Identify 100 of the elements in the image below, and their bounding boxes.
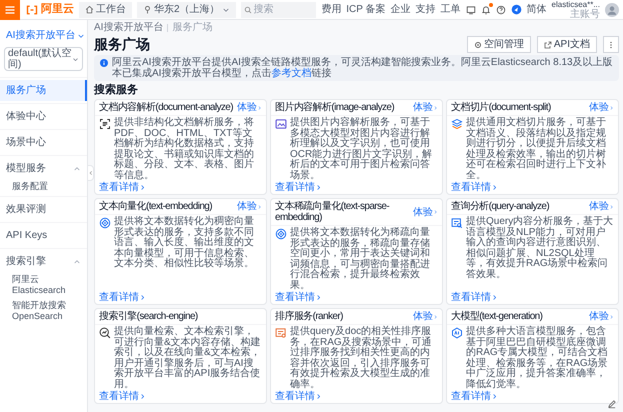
sidebar-subitem[interactable]: 阿里云Elasticsearch: [0, 272, 87, 298]
details-link[interactable]: 查看详情: [451, 182, 498, 193]
card-description: 提供多种大语言模型服务，包含基于阿里巴巴自研模型底座微调的RAG专属大模型，可结合文档处理、检索服务等，在RAG场景中广泛应用，提升答案准确率，降低幻觉率。: [466, 327, 609, 390]
settings-icon: [474, 40, 482, 48]
screen-icon[interactable]: [466, 4, 476, 14]
details-link[interactable]: 查看详情: [275, 292, 322, 303]
chevron-icon: [433, 104, 438, 110]
chevron-icon: [315, 184, 322, 191]
top-nav-link[interactable]: 支持: [416, 2, 436, 17]
space-management-button[interactable]: 空间管理: [466, 36, 531, 53]
card-title: 图片内容解析(image-analyze): [275, 102, 394, 113]
card-title: 排序服务(ranker): [275, 311, 343, 322]
pin-icon: [143, 5, 152, 14]
home-icon: [85, 5, 94, 14]
region-dropdown[interactable]: 华东2（上海）: [137, 2, 236, 18]
section-title: 搜索服务: [94, 84, 139, 97]
chevron-icon: [139, 294, 146, 301]
card-description: 提供将文本数据转化为稠密向量形式表达的服务，支持多款不同语言、输入长度、输出维度的文本向量模型，可用于信息检索、文本分类、相似性比较等场景。: [114, 217, 255, 271]
info-banner-text: 阿里云AI搜索开放平台提供AI搜索全链路模型服务，可灵活构建智能搜索业务。阿里云Elasticsearch 8.13及以上版本已集成AI搜索开放平台模型，点击参考文档链接: [112, 57, 613, 79]
card-description: 提供Query内容分析服务，基于大语言模型及NLP能力，可对用户输入的查询内容进行意图识别、相似问题扩展、NL2SQL处理等，有效提升RAG场景中检索问答效果。: [466, 217, 614, 282]
chevron-icon: [315, 294, 322, 301]
breadcrumb-link[interactable]: 服务广场: [172, 22, 212, 34]
card-title: 文本稀疏向量化(text-sparse-embedding): [275, 201, 390, 223]
edit-button[interactable]: [606, 398, 618, 410]
chevron-icon: [491, 184, 498, 191]
sidebar-item[interactable]: 服务广场: [0, 80, 87, 101]
try-link[interactable]: 体验: [237, 201, 262, 212]
collapse-handle[interactable]: [87, 165, 94, 181]
pencil-icon: [607, 399, 617, 409]
help-icon[interactable]: [496, 4, 506, 14]
top-nav-link[interactable]: 企业: [390, 2, 411, 17]
menu-button[interactable]: [0, 0, 20, 20]
api-docs-button[interactable]: API文档: [536, 36, 597, 53]
chevron-icon: [257, 204, 262, 210]
sidebar-item[interactable]: 场景中心: [0, 132, 87, 153]
sidebar-item[interactable]: 模型服务: [0, 158, 87, 179]
details-link[interactable]: 查看详情: [451, 391, 498, 402]
sidebar-item[interactable]: API Keys: [0, 225, 87, 246]
top-nav-link[interactable]: 费用: [321, 2, 342, 17]
chevron-icon: [609, 104, 614, 110]
account-name[interactable]: elasticsea**...: [552, 0, 600, 10]
sidebar-item[interactable]: 效果评测: [0, 199, 87, 220]
docs-link[interactable]: 参考文档: [271, 68, 312, 79]
details-link[interactable]: 查看详情: [275, 391, 322, 402]
target-icon: [99, 217, 111, 229]
details-link[interactable]: 查看详情: [99, 391, 146, 402]
chevron-icon: [257, 104, 262, 110]
language-link[interactable]: 简体: [526, 2, 547, 17]
card-title: 大模型(text-generation): [451, 311, 542, 322]
workbench-button[interactable]: 工作台: [79, 2, 132, 18]
chevron-icon: [88, 170, 94, 176]
logo-text: 阿里云: [41, 2, 74, 18]
card-title: 查询分析(query-analyze): [451, 201, 550, 212]
top-nav-link[interactable]: 工单: [440, 2, 461, 17]
try-link[interactable]: 体验: [413, 311, 438, 322]
hexagon-icon: [451, 327, 463, 339]
search-field[interactable]: 搜索: [240, 2, 316, 18]
chevron-icon: [491, 393, 498, 400]
try-link[interactable]: 体验: [589, 201, 614, 212]
card-title: 文档切片(document-split): [451, 102, 551, 113]
list-search-icon: [275, 327, 287, 339]
details-link[interactable]: 查看详情: [275, 182, 322, 193]
chart-search-icon: [99, 327, 111, 339]
page-title: 服务广场: [94, 36, 150, 53]
try-link[interactable]: 体验: [589, 311, 614, 322]
caret-icon: [72, 56, 79, 62]
details-link[interactable]: 查看详情: [99, 182, 146, 193]
try-link[interactable]: 体验: [237, 102, 262, 113]
try-link[interactable]: 体验: [589, 102, 614, 113]
details-link[interactable]: 查看详情: [451, 292, 498, 303]
top-nav-link[interactable]: ICP 备案: [346, 2, 386, 17]
avatar-icon[interactable]: [605, 2, 619, 16]
chevron-icon: [315, 393, 322, 400]
card-description: 提供通用文档切片服务，可基于文档语义、段落结构以及指定规则进行切分，以便提升后续文档处理及检索效率，输出的切片树还可在检索召回时进行上下文补全。: [466, 118, 607, 181]
chevron-icon: [491, 294, 498, 301]
card-title: 文档内容解析(document-analyze): [99, 102, 233, 113]
sidebar-item[interactable]: 体验中心: [0, 106, 87, 127]
card-description: 提供图片内容解析服务，可基于多模态大模型对图片内容进行解析理解以及文字识别，也可使用OCR能力进行图片文字识别，解析后的文本可用于图片检索问答场景。: [290, 118, 434, 181]
bell-icon[interactable]: [480, 4, 491, 14]
breadcrumb-link[interactable]: AI搜索开放平台: [94, 22, 164, 34]
try-link[interactable]: 体验: [413, 206, 438, 218]
workspace-dropdown[interactable]: default(默认空间): [4, 47, 83, 71]
chevron-icon: [139, 393, 146, 400]
product-name[interactable]: AI搜索开放平台: [6, 28, 76, 43]
target-icon: [275, 228, 287, 240]
sidebar-item[interactable]: 搜索引擎: [0, 251, 87, 272]
chevron-icon: [139, 184, 146, 191]
card-description: 提供向量检索、文本检索引擎，可进行向量&文本内容存储、构建索引，以及在线向量&文本检索，用户开通引擎服务后，可与AI搜索开放平台丰富的API服务结合使用。: [114, 327, 262, 390]
try-link[interactable]: 体验: [413, 102, 438, 113]
layers-icon: [451, 118, 463, 130]
details-link[interactable]: 查看详情: [99, 292, 146, 303]
chevron-icon: [433, 209, 438, 215]
sidebar-subitem[interactable]: 智能开放搜索OpenSearch: [0, 298, 87, 324]
card-title: 文本向量化(text-embedding): [99, 201, 212, 212]
menu-icon: [4, 4, 16, 16]
bracket-logo-icon: [25, 4, 39, 16]
card-title: 搜索引擎(search-engine): [99, 311, 198, 322]
card-description: 提供将文本数据转化为稀疏向量形式表达的服务，稀疏向量存储空间更小，常用于表达关键词和词频信息，可与稠密向量搭配进行混合检索，提升最终检索效果。: [290, 228, 431, 291]
sidebar-subitem[interactable]: 服务配置: [0, 179, 87, 194]
image-icon: [275, 118, 287, 130]
